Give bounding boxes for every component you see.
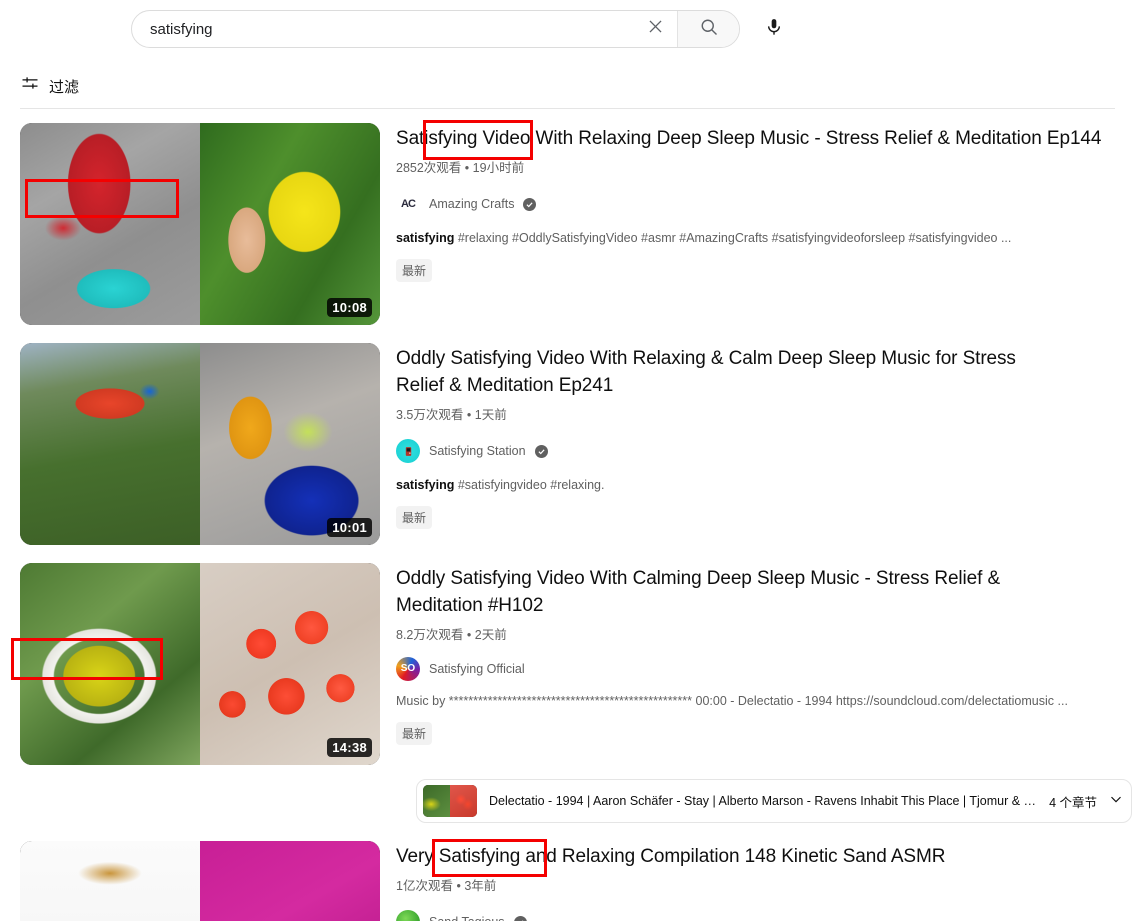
channel-name: Amazing Crafts: [429, 197, 514, 211]
video-meta: Satisfying Video With Relaxing Deep Slee…: [396, 123, 1115, 325]
video-badge-row: 最新: [396, 259, 1115, 282]
thumbnail-right-image: [200, 841, 380, 921]
video-meta: Very Satisfying and Relaxing Compilation…: [396, 841, 1115, 921]
video-title[interactable]: Satisfying Video With Relaxing Deep Slee…: [396, 125, 1115, 152]
upload-age: 19小时前: [473, 161, 524, 175]
thumbnail-left-image: [20, 563, 200, 765]
microphone-icon: [764, 16, 784, 43]
view-count: 3.5万次观看: [396, 408, 463, 422]
channel-link[interactable]: Satisfying Station: [396, 439, 548, 463]
stats-separator: •: [465, 161, 469, 175]
header-divider: [20, 108, 1115, 109]
video-title[interactable]: Oddly Satisfying Video With Relaxing & C…: [396, 345, 1056, 399]
thumbnail-right-image: [200, 563, 380, 765]
avatar-initials: SO: [401, 664, 415, 674]
search-query-text: satisfying: [150, 22, 213, 37]
video-result-item[interactable]: Very Satisfying and Relaxing Compilation…: [20, 841, 1115, 921]
search-input[interactable]: satisfying: [132, 11, 633, 47]
chapter-thumb-right: [450, 785, 477, 817]
status-badge: 最新: [396, 506, 432, 529]
avatar-initials: AC: [401, 199, 415, 210]
video-thumbnail[interactable]: 14:38: [20, 563, 380, 765]
upload-age: 2天前: [475, 628, 507, 642]
chapter-count: 4 个章节: [1049, 792, 1097, 811]
chapter-list-text: Delectatio - 1994 | Aaron Schäfer - Stay…: [489, 794, 1037, 808]
video-stats: 1亿次观看 • 3年前: [396, 875, 1115, 894]
chapter-thumb-left: [423, 785, 450, 817]
channel-link[interactable]: Sand Tagious: [396, 910, 527, 921]
description-keyword: satisfying: [396, 478, 454, 492]
voice-search-button[interactable]: [754, 10, 794, 48]
video-thumbnail[interactable]: 10:08: [20, 123, 380, 325]
chapters-strip[interactable]: Delectatio - 1994 | Aaron Schäfer - Stay…: [416, 779, 1132, 823]
thumbnail-right-image: [200, 123, 380, 325]
video-description: satisfying #satisfyingvideo #relaxing.: [396, 477, 1115, 494]
video-badge-row: 最新: [396, 506, 1115, 529]
video-duration: 10:01: [327, 518, 372, 537]
status-badge: 最新: [396, 259, 432, 282]
filter-label: 过滤: [49, 76, 79, 97]
video-result-item[interactable]: 14:38 Oddly Satisfying Video With Calmin…: [20, 563, 1115, 765]
upload-age: 3年前: [464, 879, 496, 893]
video-stats: 8.2万次观看 • 2天前: [396, 624, 1115, 643]
upload-age: 1天前: [475, 408, 507, 422]
thumbnail-left-image: [20, 343, 200, 545]
chevron-down-icon[interactable]: [1107, 790, 1125, 813]
view-count: 8.2万次观看: [396, 628, 463, 642]
filter-bar: 过滤: [0, 64, 1135, 108]
search-submit-button[interactable]: [677, 11, 739, 47]
verified-badge-icon: [523, 198, 536, 211]
stats-separator: •: [467, 408, 471, 422]
video-meta: Oddly Satisfying Video With Calming Deep…: [396, 563, 1115, 765]
description-rest: #satisfyingvideo #relaxing.: [454, 478, 604, 492]
search-results-list: 10:08 Satisfying Video With Relaxing Dee…: [0, 123, 1135, 921]
filter-icon: [20, 74, 40, 99]
video-title[interactable]: Oddly Satisfying Video With Calming Deep…: [396, 565, 1068, 619]
thumbnail-left-image: [20, 841, 200, 921]
video-result-item[interactable]: 10:01 Oddly Satisfying Video With Relaxi…: [20, 343, 1115, 545]
filter-button[interactable]: 过滤: [20, 74, 79, 99]
channel-name: Satisfying Station: [429, 444, 526, 458]
description-keyword: satisfying: [396, 231, 454, 245]
view-count: 1亿次观看: [396, 879, 453, 893]
description-rest: #relaxing #OddlySatisfyingVideo #asmr #A…: [454, 231, 1011, 245]
verified-badge-icon: [514, 916, 527, 921]
verified-badge-icon: [535, 445, 548, 458]
video-meta: Oddly Satisfying Video With Relaxing & C…: [396, 343, 1115, 545]
search-bar[interactable]: satisfying: [131, 10, 740, 48]
avatar: [396, 439, 420, 463]
video-badge-row: 最新: [396, 722, 1115, 745]
thumbnail-left-image: [20, 123, 200, 325]
view-count: 2852次观看: [396, 161, 461, 175]
thumbnail-right-image: [200, 343, 380, 545]
channel-link[interactable]: AC Amazing Crafts: [396, 192, 536, 216]
video-description: Music by *******************************…: [396, 693, 1115, 710]
description-rest: Music by *******************************…: [396, 694, 1068, 708]
channel-name: Satisfying Official: [429, 662, 525, 676]
close-icon: [646, 17, 665, 41]
clear-search-button[interactable]: [633, 11, 677, 47]
avatar: [396, 910, 420, 921]
avatar: SO: [396, 657, 420, 681]
video-thumbnail[interactable]: [20, 841, 380, 921]
video-stats: 2852次观看 • 19小时前: [396, 157, 1115, 176]
channel-link[interactable]: SO Satisfying Official: [396, 657, 525, 681]
video-thumbnail[interactable]: 10:01: [20, 343, 380, 545]
avatar: AC: [396, 192, 420, 216]
video-result-item[interactable]: 10:08 Satisfying Video With Relaxing Dee…: [20, 123, 1115, 325]
status-badge: 最新: [396, 722, 432, 745]
chapter-thumbnail: [423, 785, 477, 817]
video-duration: 10:08: [327, 298, 372, 317]
video-title[interactable]: Very Satisfying and Relaxing Compilation…: [396, 843, 1115, 870]
search-icon: [699, 17, 719, 42]
channel-name: Sand Tagious: [429, 915, 505, 921]
video-description: satisfying #relaxing #OddlySatisfyingVid…: [396, 230, 1115, 247]
video-duration: 14:38: [327, 738, 372, 757]
stats-separator: •: [456, 879, 460, 893]
search-header: satisfying: [0, 0, 1135, 52]
video-stats: 3.5万次观看 • 1天前: [396, 404, 1115, 423]
stats-separator: •: [467, 628, 471, 642]
